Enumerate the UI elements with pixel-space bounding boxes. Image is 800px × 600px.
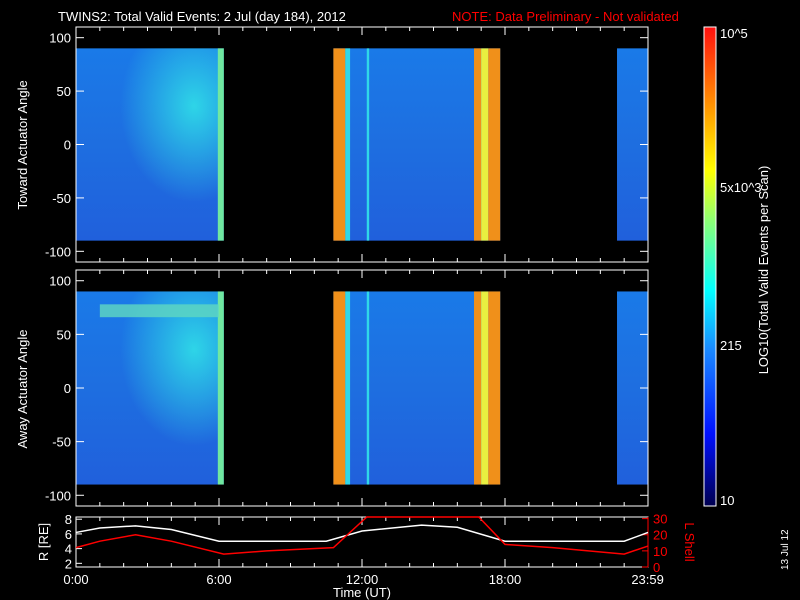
date-stamp: 13 Jul 12 [780,529,791,570]
bright-band [481,291,489,485]
y-tick-label: 0 [64,381,71,396]
y-tick-label: 0 [64,138,71,153]
y-tick-label: 100 [49,274,71,289]
bright-band [333,291,346,485]
y-tick-label: 100 [49,31,71,46]
lshell-tick-label: 30 [653,512,667,527]
lshell-axis-label: L Shell [682,522,697,561]
r-tick-label: 6 [65,527,72,542]
toward-ylabel: Toward Actuator Angle [15,80,30,209]
bright-band [345,291,351,485]
colorbar-tick-215: 215 [720,338,742,353]
x-tick-label: 18:00 [489,572,522,587]
x-tick-label: 0:00 [63,572,88,587]
toward-panel: 100 50 0 -50 -100 [45,26,649,263]
bright-band [345,48,351,241]
colorbar-tick-min: 10 [720,493,734,508]
colorbar-tick-max: 10^5 [720,26,748,41]
bright-band [366,48,370,241]
bright-band [333,48,346,241]
colorbar [703,26,717,507]
preliminary-note: NOTE: Data Preliminary - Not validated [452,9,679,24]
lshell-tick-label: 20 [653,528,667,543]
edge-band [217,48,224,241]
away-panel: 100 50 0 -50 -100 [45,269,649,507]
r-tick-label: 4 [65,542,72,557]
edge-band [217,291,224,485]
bright-band [366,291,370,485]
y-tick-label: 50 [57,84,71,99]
chart-title: TWINS2: Total Valid Events: 2 Jul (day 1… [58,9,346,24]
lshell-tick-label: 10 [653,544,667,559]
r-tick-label: 2 [65,556,72,571]
bright-band [474,291,482,485]
bright-band [481,48,489,241]
colorbar-label: LOG10(Total Valid Events per Scan) [756,166,771,375]
away-ylabel: Away Actuator Angle [15,329,30,448]
bright-band [474,48,482,241]
lshell-tick-label: 0 [653,560,660,575]
pitch-band [99,304,219,318]
bright-band [488,48,501,241]
r-axis-label: R [RE] [36,523,51,561]
y-tick-label: -50 [52,191,71,206]
y-tick-label: 50 [57,327,71,342]
high-count-region [76,291,224,485]
orbit-panel: 0:00 6:00 12:00 18:00 23:5924680102030 [63,512,667,587]
y-tick-label: -100 [45,244,71,259]
plot: TWINS2: Total Valid Events: 2 Jul (day 1… [15,9,791,600]
y-tick-label: -100 [45,488,71,503]
y-tick-label: -50 [52,435,71,450]
high-count-region [76,48,224,241]
x-tick-label: 6:00 [206,572,231,587]
r-tick-label: 8 [65,512,72,527]
x-axis-label: Time (UT) [333,585,391,600]
bright-band [488,291,501,485]
